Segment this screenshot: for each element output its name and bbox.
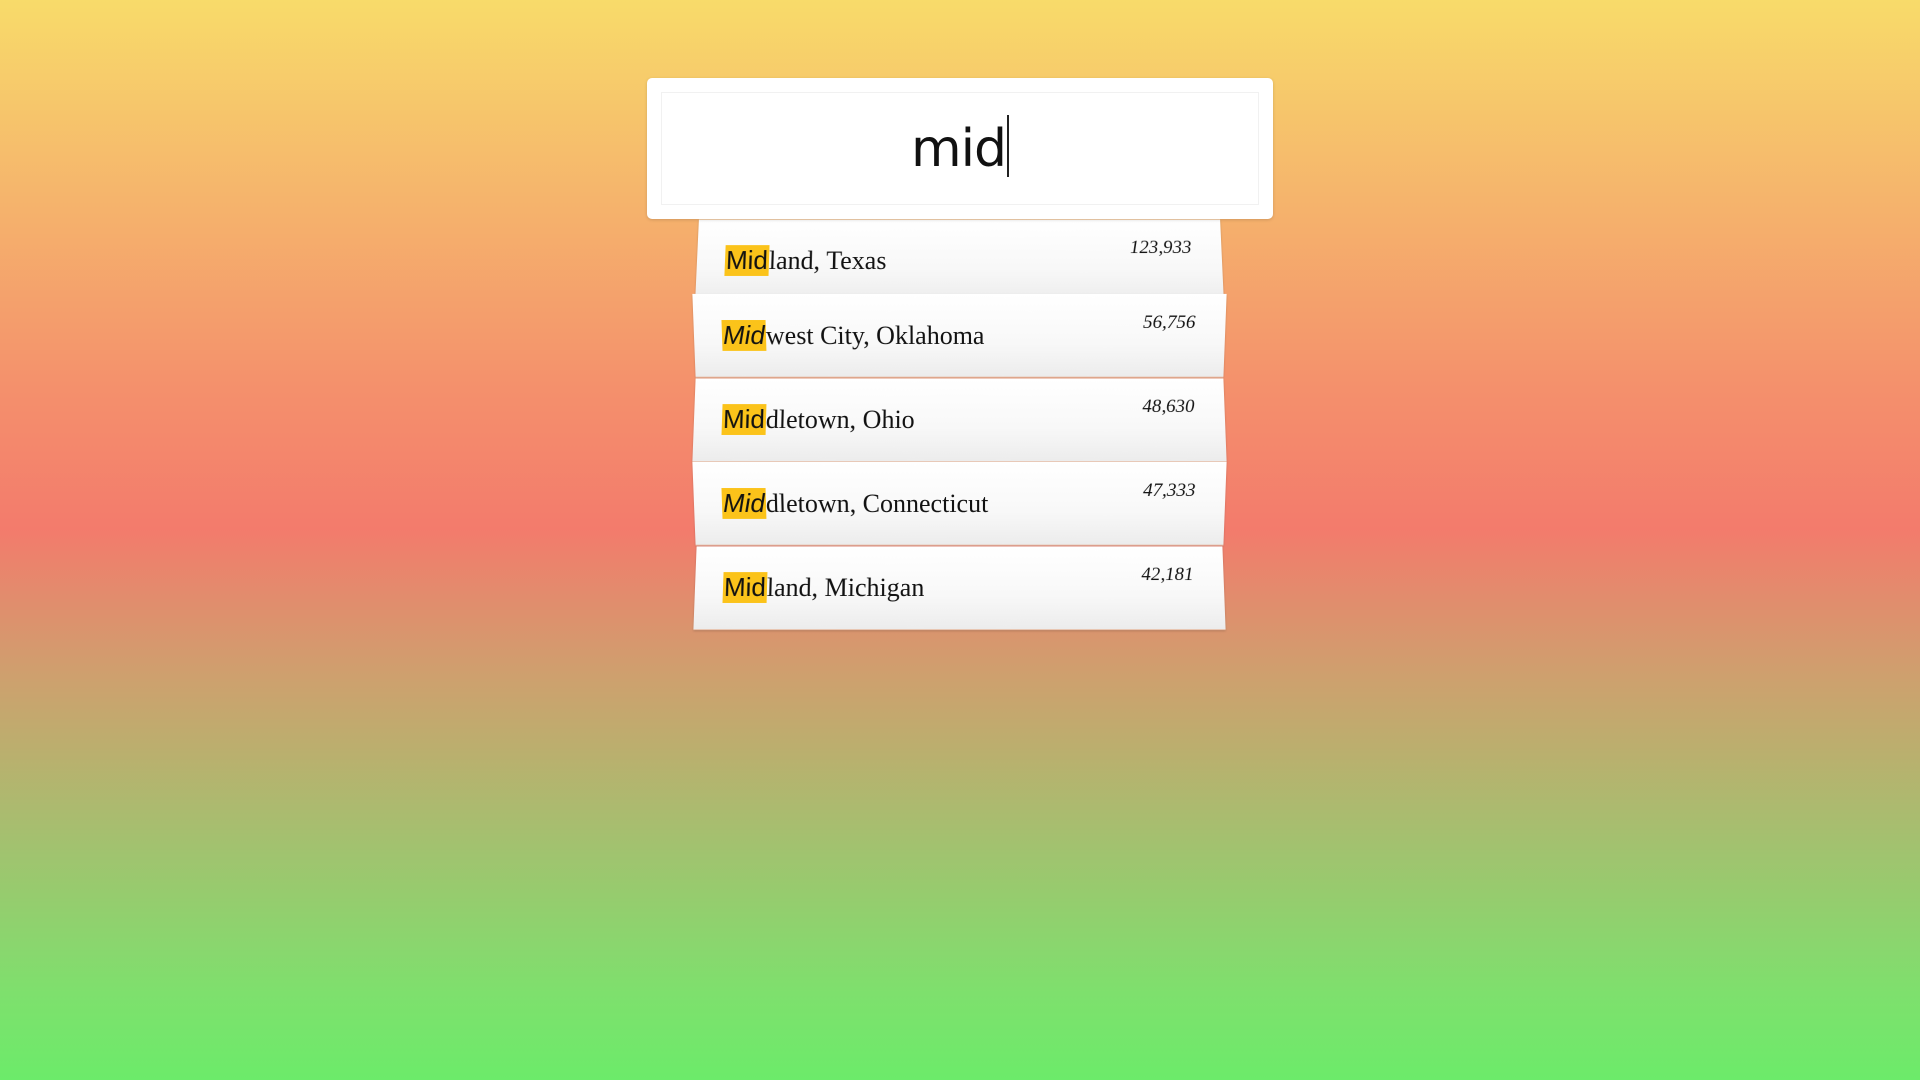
result-name-rest: dletown, Connecticut bbox=[765, 489, 988, 519]
result-name-rest: dletown, Ohio bbox=[765, 405, 914, 435]
result-label: Mid west City, Oklahoma bbox=[721, 294, 985, 377]
match-highlight: Mid bbox=[722, 572, 767, 603]
search-panel: mid bbox=[647, 78, 1273, 219]
result-count: 123,933 bbox=[1130, 237, 1192, 259]
result-name-rest: west City, Oklahoma bbox=[765, 321, 984, 351]
search-input[interactable]: mid bbox=[661, 92, 1259, 205]
result-label: Mid dletown, Connecticut bbox=[721, 462, 989, 545]
result-row-midland-michigan[interactable]: Mid land, Michigan 42,181 bbox=[693, 546, 1225, 630]
result-row-middletown-connecticut[interactable]: Mid dletown, Connecticut 47,333 bbox=[692, 462, 1226, 546]
match-highlight: Mid bbox=[721, 320, 766, 351]
search-input-value: mid bbox=[911, 123, 1006, 175]
result-row-midwest-city[interactable]: Mid west City, Oklahoma 56,756 bbox=[692, 294, 1226, 378]
match-highlight: Mid bbox=[721, 488, 766, 519]
text-caret bbox=[1007, 115, 1009, 177]
result-count: 47,333 bbox=[1143, 480, 1196, 502]
result-label: Mid dletown, Ohio bbox=[721, 378, 915, 461]
result-count: 42,181 bbox=[1141, 564, 1194, 586]
result-count: 48,630 bbox=[1142, 396, 1195, 418]
result-name-rest: land, Michigan bbox=[766, 573, 924, 603]
result-name-rest: land, Texas bbox=[768, 246, 886, 276]
match-highlight: Mid bbox=[721, 404, 766, 435]
match-highlight: Mid bbox=[724, 245, 769, 276]
result-label: Mid land, Texas bbox=[723, 220, 887, 303]
result-count: 56,756 bbox=[1143, 312, 1196, 334]
result-row-midland-texas[interactable]: Mid land, Texas 123,933 bbox=[695, 220, 1224, 304]
result-row-middletown-ohio[interactable]: Mid dletown, Ohio 48,630 bbox=[692, 378, 1226, 462]
result-label: Mid land, Michigan bbox=[722, 546, 925, 629]
